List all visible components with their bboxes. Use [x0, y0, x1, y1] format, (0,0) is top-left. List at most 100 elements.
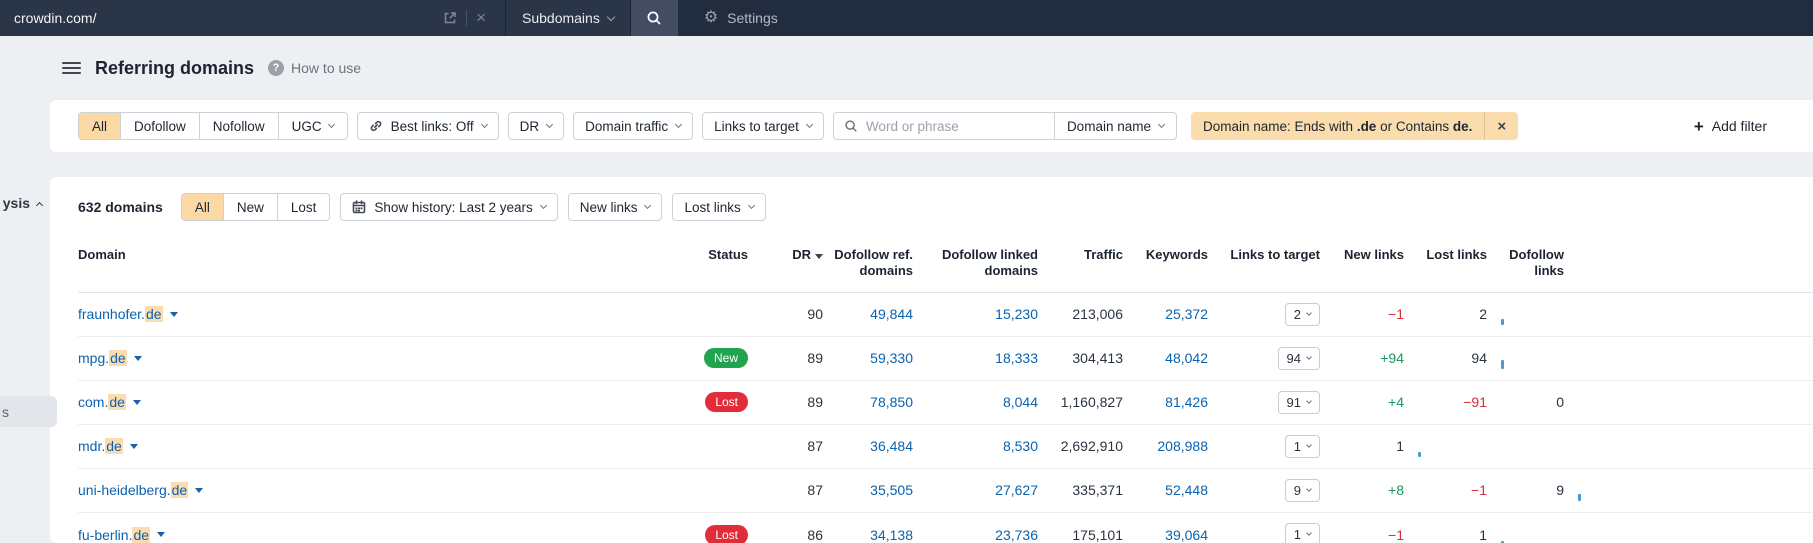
- keywords-link[interactable]: 52,448: [1165, 482, 1208, 498]
- status-segment-new[interactable]: New: [222, 194, 277, 220]
- col-keywords-header[interactable]: Keywords: [1123, 247, 1208, 263]
- domain-dropdown-icon[interactable]: [157, 532, 166, 537]
- search-button[interactable]: [629, 0, 678, 36]
- segment-all[interactable]: All: [79, 113, 121, 139]
- keywords-link[interactable]: 48,042: [1165, 350, 1208, 366]
- new-links-dropdown[interactable]: New links: [567, 193, 663, 221]
- search-field-label: Domain name: [1066, 118, 1151, 134]
- sidebar-section-partial-text: ysis: [2, 195, 30, 211]
- dofollow-linked-domains-link[interactable]: 18,333: [995, 350, 1038, 366]
- target-mode-dropdown[interactable]: Subdomains: [505, 0, 630, 36]
- links-to-target-dropdown[interactable]: 9: [1284, 478, 1320, 502]
- dofollow-linked-domains-link[interactable]: 27,627: [995, 482, 1038, 498]
- sidebar-item-partial[interactable]: s: [0, 396, 57, 427]
- lost-links-dropdown[interactable]: Lost links: [672, 193, 766, 221]
- dofollow-linked-domains-link[interactable]: 23,736: [995, 527, 1038, 543]
- dofollow-linked-domains-link[interactable]: 8,530: [1003, 438, 1038, 454]
- dofollow-ref-domains-link[interactable]: 78,850: [870, 394, 913, 410]
- dofollow-ref-domains-link[interactable]: 34,138: [870, 527, 913, 543]
- dofollow-ref-domains-link[interactable]: 36,484: [870, 438, 913, 454]
- traffic-value: 213,006: [1072, 306, 1123, 322]
- col-domain-header[interactable]: Domain: [78, 247, 623, 263]
- dofollow-linked-domains-link[interactable]: 15,230: [995, 306, 1038, 322]
- settings-button[interactable]: ⚙ Settings: [686, 0, 796, 36]
- domain-link[interactable]: fu-berlin.de: [78, 526, 151, 543]
- chevron-down-icon: [805, 120, 813, 129]
- dofollow-links-sparkline: [1564, 391, 1604, 413]
- target-url-value[interactable]: crowdin.com/: [14, 10, 434, 26]
- clear-url-icon[interactable]: ×: [467, 8, 495, 28]
- links-to-target-dropdown[interactable]: 2: [1284, 302, 1320, 326]
- help-link[interactable]: ? How to use: [268, 60, 361, 76]
- lost-links-dropdown-label: Lost links: [684, 199, 741, 215]
- dofollow-ref-domains-link[interactable]: 59,330: [870, 350, 913, 366]
- question-icon: ?: [268, 60, 285, 76]
- dr-value: 86: [807, 526, 823, 543]
- show-history-dropdown[interactable]: Show history: Last 2 years: [340, 193, 558, 221]
- dofollow-linked-domains-link[interactable]: 8,044: [1003, 394, 1038, 410]
- domain-dropdown-icon[interactable]: [169, 311, 178, 317]
- remove-filter-icon[interactable]: ×: [1485, 118, 1518, 135]
- keywords-link[interactable]: 81,426: [1165, 394, 1208, 410]
- links-to-target-dropdown[interactable]: 1: [1284, 434, 1320, 458]
- chevron-up-icon: [35, 201, 44, 210]
- col-traffic-header[interactable]: Traffic: [1038, 247, 1123, 263]
- links-to-target-dropdown[interactable]: 91: [1277, 390, 1320, 414]
- status-segment-all[interactable]: All: [181, 194, 223, 220]
- dr-value: 87: [807, 482, 823, 498]
- match-highlight: de: [170, 482, 189, 498]
- chevron-down-icon: [675, 120, 683, 129]
- domain-dropdown-icon[interactable]: [129, 443, 138, 449]
- best-links-filter-button[interactable]: Best links: Off: [356, 112, 499, 140]
- domain-dropdown-icon[interactable]: [133, 355, 142, 361]
- add-filter-button[interactable]: + Add filter: [1694, 118, 1767, 135]
- col-dr-header[interactable]: DR: [748, 247, 823, 263]
- domain-cell: fraunhofer.de: [78, 306, 623, 322]
- domain-link[interactable]: fraunhofer.de: [78, 306, 163, 322]
- domain-link[interactable]: uni-heidelberg.de: [78, 482, 189, 498]
- col-dofollow-linked-header[interactable]: Dofollow linked domains: [913, 247, 1038, 280]
- chevron-down-icon: [1306, 397, 1312, 404]
- new-links-value: +94: [1380, 350, 1404, 366]
- dr-filter-button[interactable]: DR: [507, 112, 565, 140]
- dofollow-ref-domains-link[interactable]: 49,844: [870, 306, 913, 322]
- keywords-link[interactable]: 25,372: [1165, 306, 1208, 322]
- col-links-to-target-header[interactable]: Links to target: [1208, 247, 1320, 263]
- segment-dofollow[interactable]: Dofollow: [120, 113, 199, 139]
- domain-link[interactable]: com.de: [78, 394, 126, 410]
- col-dofollow-ref-header[interactable]: Dofollow ref. domains: [823, 247, 913, 280]
- col-dofollow-links-header[interactable]: Dofollow links: [1487, 247, 1564, 280]
- domain-traffic-filter-button[interactable]: Domain traffic: [573, 112, 694, 140]
- status-segment-lost[interactable]: Lost: [276, 194, 330, 220]
- menu-button[interactable]: [62, 59, 81, 77]
- segment-nofollow[interactable]: Nofollow: [198, 113, 278, 139]
- match-highlight: de: [109, 350, 127, 366]
- search-icon: [647, 11, 661, 25]
- keywords-link[interactable]: 39,064: [1165, 527, 1208, 543]
- word-or-phrase-input[interactable]: [865, 118, 1054, 134]
- sidebar-section-partial[interactable]: ysis: [0, 195, 44, 211]
- keywords-link[interactable]: 208,988: [1157, 438, 1208, 454]
- dofollow-links-value: 1: [1479, 526, 1487, 543]
- dr-value: 89: [807, 350, 823, 366]
- dofollow-links-sparkline: [1404, 435, 1487, 457]
- links-to-target-filter-button[interactable]: Links to target: [702, 112, 824, 140]
- match-highlight: de: [132, 526, 151, 543]
- domain-link[interactable]: mpg.de: [78, 350, 127, 366]
- dofollow-links-value: 1: [1396, 438, 1404, 454]
- col-lost-links-header[interactable]: Lost links: [1404, 247, 1487, 263]
- segment-ugc[interactable]: UGC: [277, 113, 347, 139]
- search-field-select[interactable]: Domain name: [1055, 119, 1176, 134]
- domain-link[interactable]: mdr.de: [78, 438, 123, 454]
- links-to-target-dropdown[interactable]: 1: [1284, 523, 1320, 543]
- col-new-links-header[interactable]: New links: [1320, 247, 1404, 263]
- domain-dropdown-icon[interactable]: [195, 487, 204, 493]
- domain-dropdown-icon[interactable]: [132, 399, 141, 405]
- dofollow-ref-domains-link[interactable]: 35,505: [870, 482, 913, 498]
- col-status-header[interactable]: Status: [623, 247, 748, 263]
- links-to-target-dropdown[interactable]: 94: [1277, 346, 1320, 370]
- open-external-icon[interactable]: [434, 11, 466, 25]
- target-url-input[interactable]: crowdin.com/ ×: [0, 0, 505, 36]
- active-filter-chip[interactable]: Domain name: Ends with .de or Contains d…: [1190, 112, 1519, 140]
- page-title: Referring domains: [95, 57, 255, 78]
